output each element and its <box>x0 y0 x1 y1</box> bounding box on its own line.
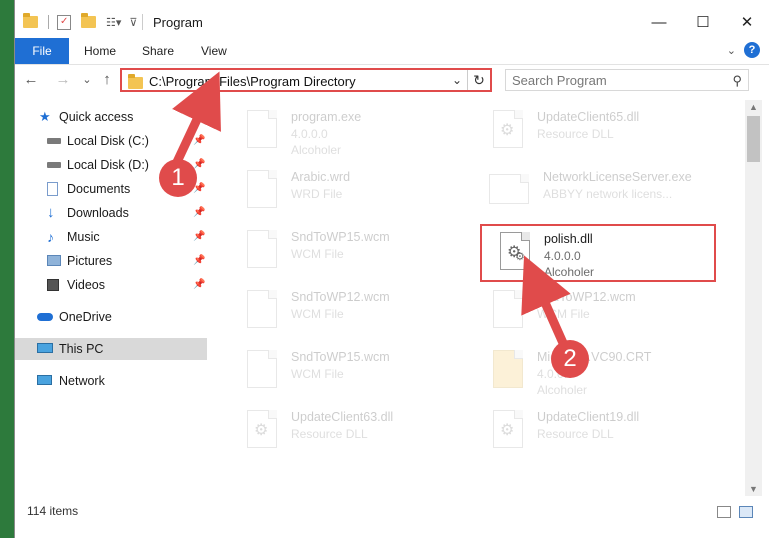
step-2-badge: 2 <box>551 340 589 378</box>
arrow-step-2 <box>521 255 571 345</box>
file-explorer-window: ✓ ☷▾ ⊽ Program — ☐ ✕ File Home Share Vie… <box>14 0 769 538</box>
arrow-step-1 <box>172 71 221 164</box>
step-1-badge: 1 <box>159 159 197 197</box>
annotation-arrows <box>172 71 571 345</box>
